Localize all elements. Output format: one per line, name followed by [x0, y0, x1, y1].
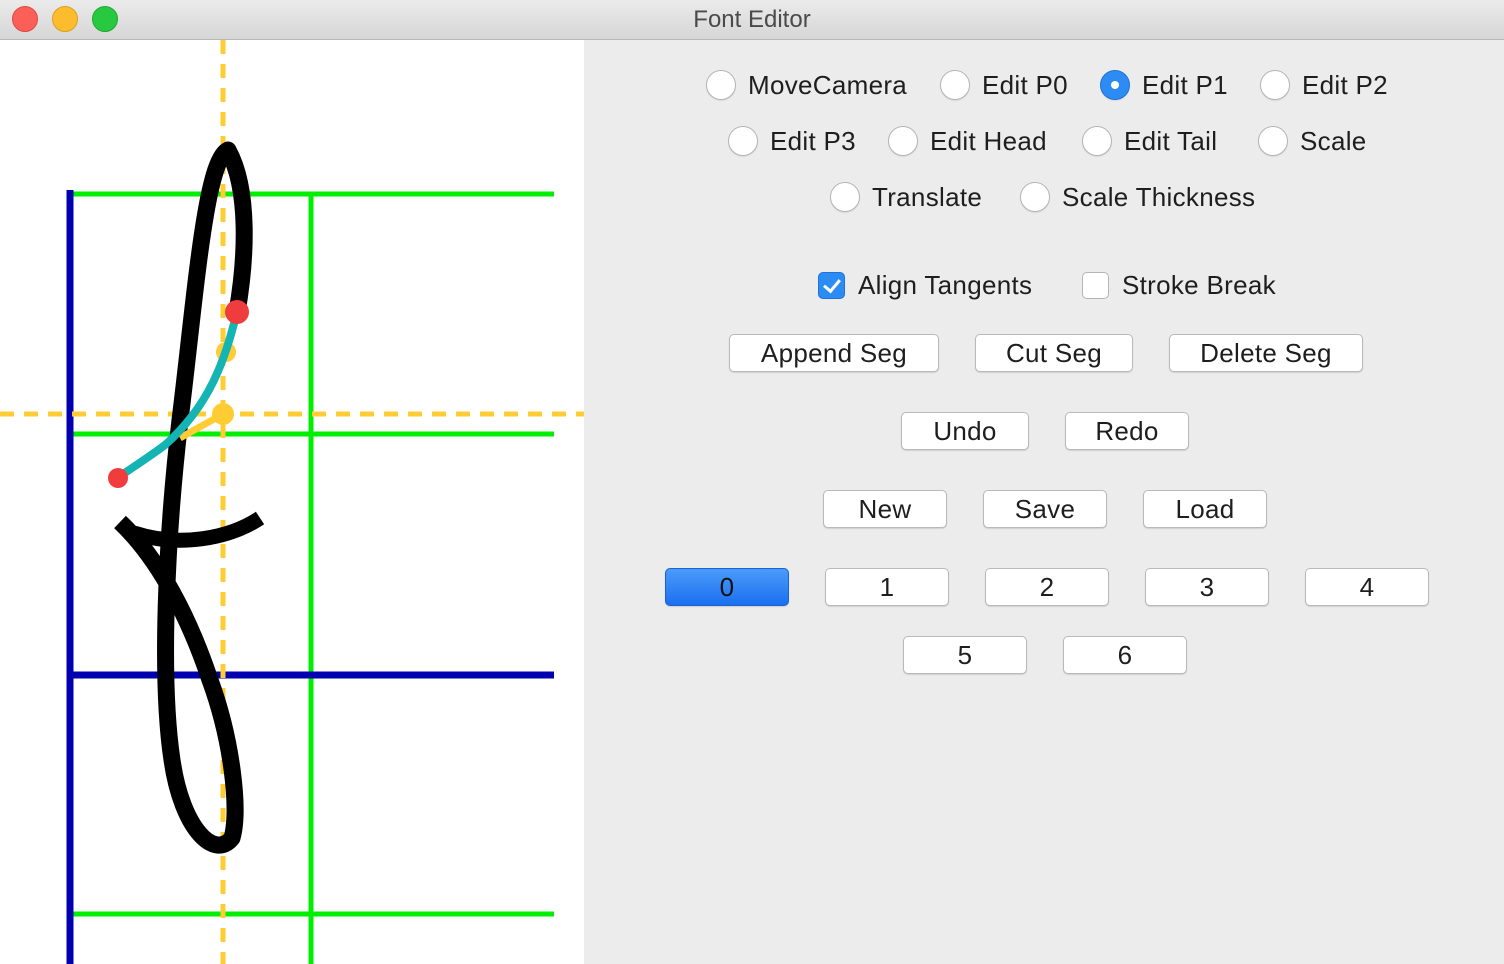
radio-edit-p3[interactable]: Edit P3	[728, 124, 856, 158]
endpoint-p0[interactable]	[225, 300, 249, 324]
radio-label: Edit P0	[982, 69, 1068, 100]
radio-label: Edit P2	[1302, 69, 1388, 100]
glyph-slot-6-button[interactable]: 6	[1063, 636, 1187, 674]
undo-button[interactable]: Undo	[901, 412, 1029, 450]
control-point-p1[interactable]	[212, 403, 234, 425]
radio-circle[interactable]	[728, 126, 758, 156]
radio-label: Translate	[872, 181, 983, 212]
radio-label: Scale Thickness	[1062, 181, 1256, 212]
radio-edit-p1[interactable]: Edit P1	[1100, 68, 1228, 102]
radio-circle[interactable]	[706, 70, 736, 100]
glyph-slot-3-button[interactable]: 3	[1145, 568, 1269, 606]
radio-edit-p0[interactable]: Edit P0	[940, 68, 1068, 102]
radio-label: MoveCamera	[748, 69, 908, 100]
save-button[interactable]: Save	[983, 490, 1107, 528]
cut-seg-button[interactable]: Cut Seg	[975, 334, 1133, 372]
window-title: Font Editor	[693, 6, 811, 33]
radio-circle[interactable]	[1082, 126, 1112, 156]
radio-translate[interactable]: Translate	[830, 180, 982, 214]
control-panel: MoveCamera Edit P0 Edit P1 Edit P2 Edit …	[584, 40, 1504, 964]
radio-circle[interactable]	[940, 70, 970, 100]
radio-scale[interactable]: Scale	[1258, 124, 1367, 158]
append-seg-button[interactable]: Append Seg	[729, 334, 939, 372]
title-bar: Font Editor	[0, 0, 1504, 40]
radio-movecamera[interactable]: MoveCamera	[706, 68, 907, 102]
radio-label: Edit P3	[770, 125, 856, 156]
radio-label: Edit P1	[1142, 69, 1228, 100]
checkbox-box[interactable]	[1082, 271, 1109, 299]
radio-circle[interactable]	[830, 182, 860, 212]
glyph-slot-2-button[interactable]: 2	[985, 568, 1109, 606]
delete-seg-button[interactable]: Delete Seg	[1169, 334, 1363, 372]
radio-label: Edit Head	[930, 125, 1047, 156]
radio-edit-head[interactable]: Edit Head	[888, 124, 1047, 158]
glyph-canvas-drawing[interactable]	[0, 40, 584, 964]
radio-circle[interactable]	[888, 126, 918, 156]
glyph-stroke-main[interactable]	[114, 141, 253, 854]
radio-edit-tail[interactable]: Edit Tail	[1082, 124, 1217, 158]
checkbox-label: Align Tangents	[858, 269, 1033, 300]
align-tangents-checkbox[interactable]: Align Tangents	[818, 268, 1032, 302]
redo-button[interactable]: Redo	[1065, 412, 1189, 450]
checkbox-label: Stroke Break	[1122, 269, 1276, 300]
load-button[interactable]: Load	[1143, 490, 1267, 528]
radio-circle[interactable]	[1260, 70, 1290, 100]
radio-circle[interactable]	[1020, 182, 1050, 212]
radio-scale-thickness[interactable]: Scale Thickness	[1020, 180, 1255, 214]
checkbox-box-checked[interactable]	[818, 271, 845, 299]
radio-label: Scale	[1300, 125, 1367, 156]
glyph-slot-0-button[interactable]: 0	[665, 568, 789, 606]
new-button[interactable]: New	[823, 490, 947, 528]
glyph-slot-1-button[interactable]: 1	[825, 568, 949, 606]
endpoint-p3[interactable]	[108, 468, 128, 488]
glyph-canvas[interactable]	[0, 40, 584, 964]
glyph-slot-4-button[interactable]: 4	[1305, 568, 1429, 606]
glyph-stroke-crossbar[interactable]	[131, 511, 265, 548]
stroke-break-checkbox[interactable]: Stroke Break	[1082, 268, 1276, 302]
radio-circle[interactable]	[1258, 126, 1288, 156]
radio-label: Edit Tail	[1124, 125, 1218, 156]
glyph-slot-5-button[interactable]: 5	[903, 636, 1027, 674]
radio-circle-selected[interactable]	[1100, 70, 1130, 100]
radio-edit-p2[interactable]: Edit P2	[1260, 68, 1388, 102]
